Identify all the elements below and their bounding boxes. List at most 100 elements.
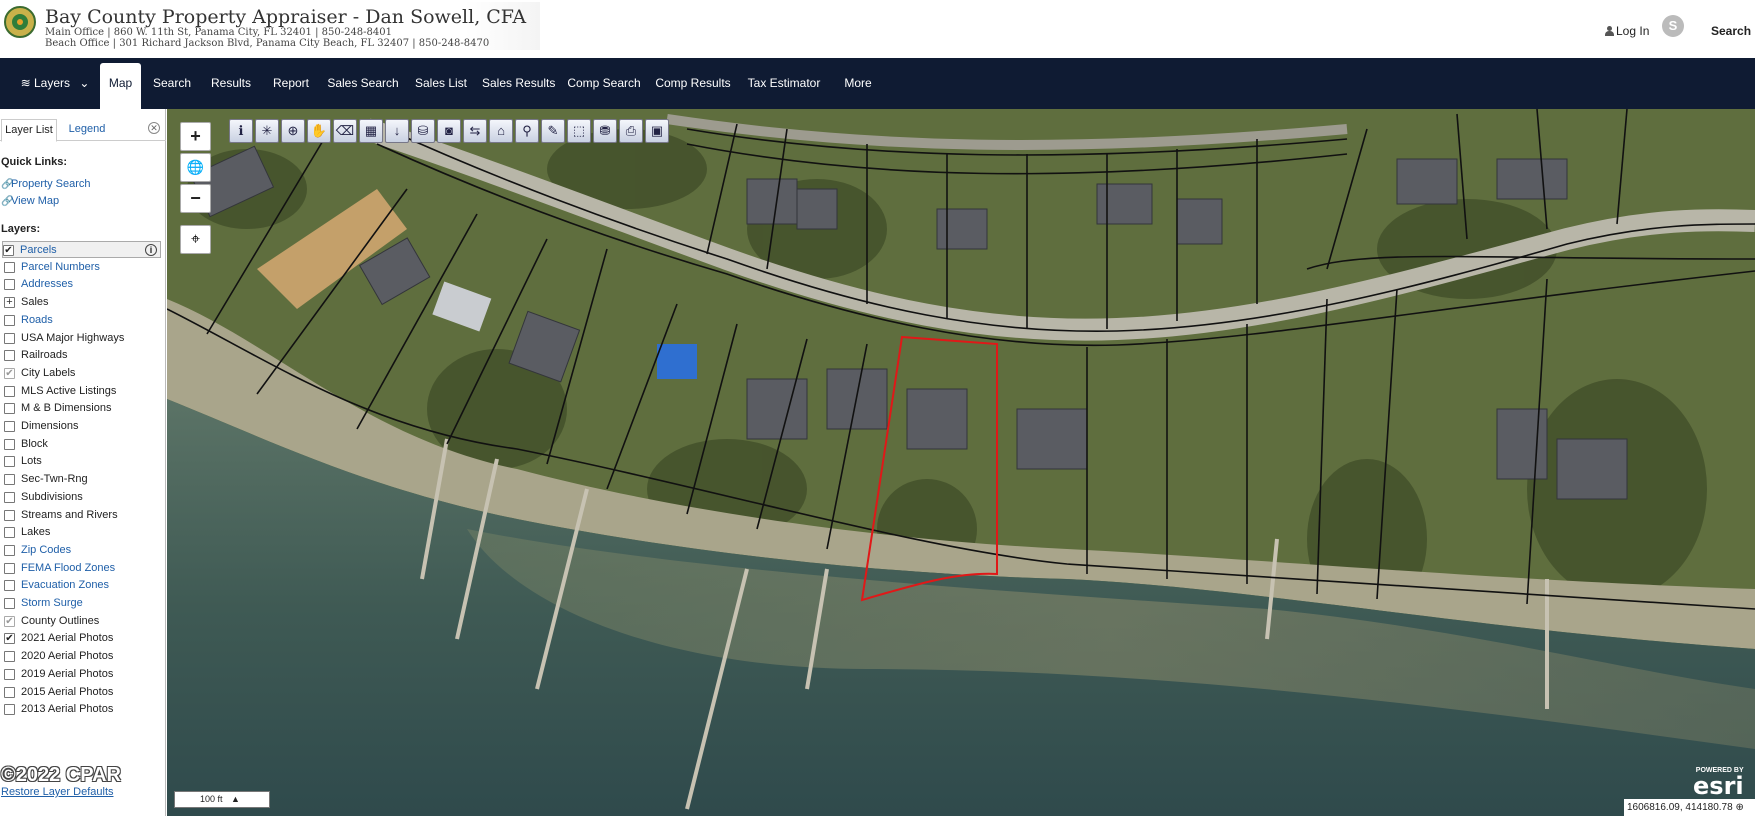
layer-checkbox[interactable]	[4, 438, 15, 450]
tab-legend[interactable]: Legend	[62, 119, 112, 141]
restore-layer-defaults-link[interactable]: Restore Layer Defaults	[1, 786, 114, 798]
layer-row-usa-major-highways[interactable]: USA Major Highways	[4, 330, 162, 347]
layer-checkbox[interactable]	[4, 385, 15, 397]
layer-checkbox[interactable]	[4, 421, 15, 432]
measure-icon[interactable]: ⬚	[567, 119, 591, 143]
tab-layer-list[interactable]: Layer List	[1, 119, 57, 142]
layer-checkbox[interactable]	[4, 527, 15, 539]
expand-icon[interactable]	[4, 297, 15, 309]
layer-row-mls-active-listings[interactable]: MLS Active Listings	[4, 383, 162, 400]
layer-checkbox[interactable]	[4, 686, 15, 698]
layer-row-sec-twn-rng[interactable]: Sec-Twn-Rng	[4, 471, 162, 488]
layer-checkbox[interactable]	[4, 314, 15, 326]
globe-icon[interactable]: 🌐	[180, 153, 211, 182]
layer-row-2015-aerial-photos[interactable]: 2015 Aerial Photos	[4, 684, 162, 701]
info-icon[interactable]: i	[145, 244, 157, 256]
layer-checkbox[interactable]	[4, 474, 15, 486]
layer-row-addresses[interactable]: Addresses	[4, 276, 162, 293]
buildings-icon[interactable]: ⌂	[489, 119, 513, 143]
layer-row-zip-codes[interactable]: Zip Codes	[4, 542, 162, 559]
erase-icon[interactable]: ⌫	[333, 119, 357, 143]
nav-results[interactable]: Results	[207, 58, 255, 109]
layer-row-subdivisions[interactable]: Subdivisions	[4, 489, 162, 506]
zoom-out-button[interactable]: −	[180, 184, 211, 213]
nav-sales-search[interactable]: Sales Search	[327, 58, 399, 109]
scale-bar[interactable]: 100 ft ▲	[174, 791, 270, 808]
layer-row-roads[interactable]: Roads	[4, 312, 162, 329]
county-seal-logo[interactable]	[4, 6, 36, 38]
layer-row-lakes[interactable]: Lakes	[4, 524, 162, 541]
layer-row-2013-aerial-photos[interactable]: 2013 Aerial Photos	[4, 701, 162, 718]
select-icon[interactable]: ▦	[359, 119, 383, 143]
layer-row-2019-aerial-photos[interactable]: 2019 Aerial Photos	[4, 666, 162, 683]
layer-checkbox[interactable]	[3, 245, 14, 256]
locate-crosshair-icon[interactable]: ⌖	[180, 225, 211, 254]
nav-comp-search[interactable]: Comp Search	[566, 58, 642, 109]
layer-checkbox[interactable]	[4, 509, 15, 521]
layer-row-dimensions[interactable]: Dimensions	[4, 418, 162, 435]
layer-row-fema-flood-zones[interactable]: FEMA Flood Zones	[4, 560, 162, 577]
layer-checkbox[interactable]	[4, 704, 15, 716]
view-map-link[interactable]: 🔗View Map	[1, 195, 59, 207]
layer-checkbox[interactable]	[4, 615, 15, 627]
nav-map[interactable]: Map	[100, 63, 141, 109]
layer-row-2021-aerial-photos[interactable]: 2021 Aerial Photos	[4, 630, 162, 647]
nav-sales-results[interactable]: Sales Results	[482, 58, 555, 109]
close-icon[interactable]: ✕	[148, 122, 160, 134]
layer-row-evacuation-zones[interactable]: Evacuation Zones	[4, 577, 162, 594]
layer-checkbox[interactable]	[4, 651, 15, 663]
print-icon[interactable]: ⛁	[411, 119, 435, 143]
layer-checkbox[interactable]	[4, 350, 15, 362]
photo-icon[interactable]: ◙	[437, 119, 461, 143]
layer-checkbox[interactable]	[4, 598, 15, 609]
clear-icon[interactable]: ✳	[255, 119, 279, 143]
nav-search[interactable]: Search	[150, 58, 194, 109]
nav-tax-estimator[interactable]: Tax Estimator	[744, 58, 824, 109]
layer-row-storm-surge[interactable]: Storm Surge	[4, 595, 162, 612]
layer-checkbox[interactable]	[4, 279, 15, 291]
zoom-to-icon[interactable]: ⊕	[281, 119, 305, 143]
layer-row-county-outlines[interactable]: County Outlines	[4, 613, 162, 630]
layer-row-railroads[interactable]: Railroads	[4, 347, 162, 364]
layer-row-sales[interactable]: Sales	[4, 294, 162, 311]
header-search-link[interactable]: Search	[1711, 24, 1751, 38]
save-icon[interactable]: ▣	[645, 119, 669, 143]
layer-checkbox[interactable]	[4, 633, 15, 645]
login-link[interactable]: Log In	[1605, 24, 1649, 38]
nav-layers-dropdown[interactable]: ≋ Layers ⌄	[14, 58, 96, 109]
draw-icon[interactable]: ✎	[541, 119, 565, 143]
layer-row-streams-and-rivers[interactable]: Streams and Rivers	[4, 507, 162, 524]
nav-report[interactable]: Report	[268, 58, 314, 109]
layer-row-parcel-numbers[interactable]: Parcel Numbers	[4, 259, 162, 276]
layers-icon[interactable]: ⛃	[593, 119, 617, 143]
zoom-in-button[interactable]: +	[180, 122, 211, 151]
property-search-link[interactable]: 🔗Property Search	[1, 178, 90, 190]
magnify-icon[interactable]: ⚲	[515, 119, 539, 143]
layer-row-m-b-dimensions[interactable]: M & B Dimensions	[4, 400, 162, 417]
pan-icon[interactable]: ✋	[307, 119, 331, 143]
identify-icon[interactable]: ℹ	[229, 119, 253, 143]
layer-checkbox[interactable]	[4, 668, 15, 680]
layer-checkbox[interactable]	[4, 456, 15, 468]
layer-row-2020-aerial-photos[interactable]: 2020 Aerial Photos	[4, 648, 162, 665]
layer-checkbox[interactable]	[4, 367, 15, 379]
layer-checkbox[interactable]	[4, 580, 15, 592]
layer-checkbox[interactable]	[4, 562, 15, 574]
layer-checkbox[interactable]	[4, 403, 15, 415]
nav-comp-results[interactable]: Comp Results	[655, 58, 731, 109]
layer-row-block[interactable]: Block	[4, 436, 162, 453]
layer-checkbox[interactable]	[4, 491, 15, 503]
printer-icon[interactable]: ⎙	[619, 119, 643, 143]
pin-icon[interactable]: ↓	[385, 119, 409, 143]
layer-checkbox[interactable]	[4, 261, 15, 273]
nav-sales-list[interactable]: Sales List	[412, 58, 470, 109]
layer-checkbox[interactable]	[4, 544, 15, 556]
layer-row-city-labels[interactable]: City Labels	[4, 365, 162, 382]
layer-row-parcels[interactable]: Parcels i	[2, 241, 161, 258]
layer-checkbox[interactable]	[4, 332, 15, 344]
map-view[interactable]: + 🌐 − ⌖ ℹ ✳ ⊕ ✋ ⌫ ▦ ↓ ⛁ ◙ ⇆ ⌂ ⚲ ✎ ⬚ ⛃ ⎙ …	[167, 109, 1755, 816]
nav-more[interactable]: More	[836, 58, 880, 109]
crosshair-icon[interactable]: ⊕	[1735, 802, 1743, 813]
buffer-icon[interactable]: ⇆	[463, 119, 487, 143]
aerial-photo-map[interactable]	[167, 109, 1755, 816]
